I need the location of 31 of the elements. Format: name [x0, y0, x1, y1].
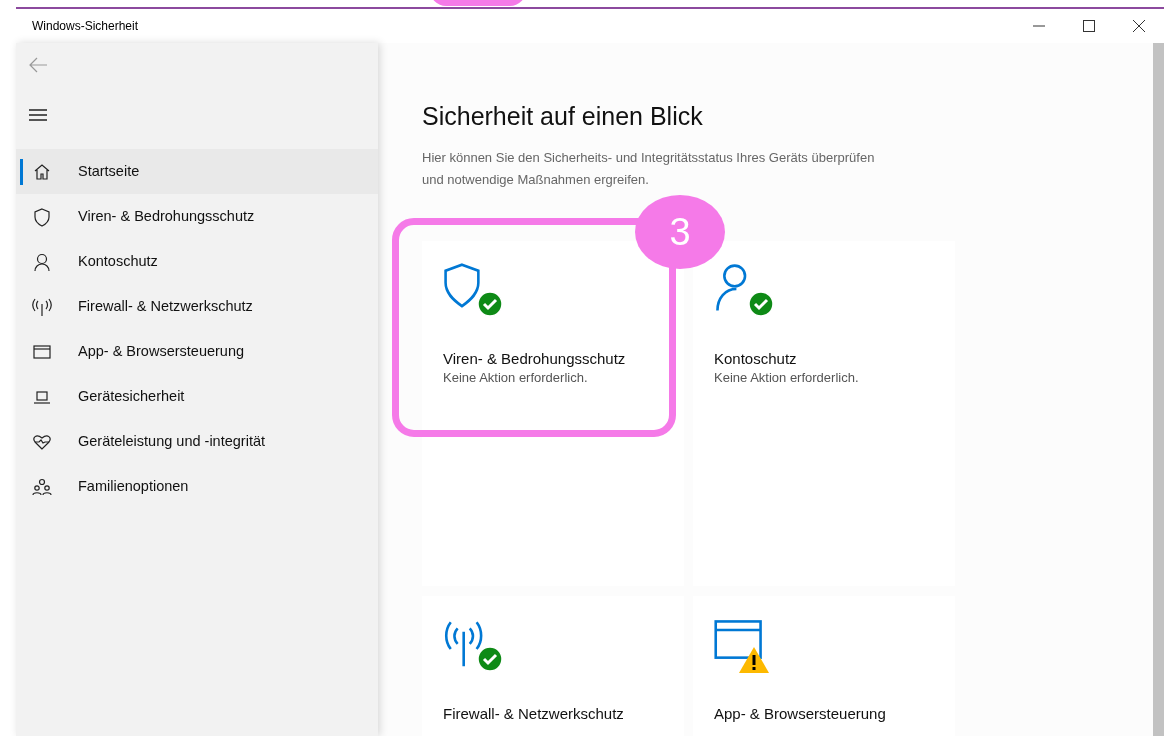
- tile-title: Viren- & Bedrohungsschutz: [443, 349, 626, 369]
- sidebar-item[interactable]: Kontoschutz: [16, 239, 378, 284]
- close-icon: [1133, 20, 1145, 32]
- status-check-icon: [748, 291, 774, 317]
- tile-title: App- & Browsersteuerung: [714, 704, 886, 724]
- page-title: Sicherheit auf einen Blick: [422, 101, 704, 131]
- tile-title: Firewall- & Netzwerkschutz: [443, 704, 624, 724]
- tile-status-text: Keine Aktion erforderlich.: [714, 369, 859, 387]
- status-check-icon: [477, 646, 503, 672]
- back-arrow-icon: [28, 57, 48, 73]
- menu-icon: [29, 109, 47, 121]
- sidebar-item[interactable]: Startseite: [16, 149, 378, 194]
- shield-icon: [32, 206, 52, 227]
- warning-icon: [738, 646, 770, 674]
- antenna-icon: [32, 296, 52, 317]
- status-check-icon: [477, 291, 503, 317]
- sidebar-item[interactable]: Familienoptionen: [16, 464, 378, 509]
- sidebar-item[interactable]: App- & Browsersteuerung: [16, 329, 378, 374]
- window-title: Windows-Sicherheit: [31, 18, 140, 35]
- sidebar-item[interactable]: Geräteleistung und -integrität: [16, 419, 378, 464]
- tile-status-text: Keine Aktion erforderlich.: [443, 369, 588, 387]
- step-number-badge: 3: [635, 195, 725, 269]
- maximize-icon: [1083, 20, 1095, 32]
- scrollbar[interactable]: [1153, 43, 1164, 736]
- family-icon: [32, 476, 52, 497]
- person-icon: [32, 251, 52, 272]
- sidebar-item[interactable]: Firewall- & Netzwerkschutz: [16, 284, 378, 329]
- sidebar-item[interactable]: Gerätesicherheit: [16, 374, 378, 419]
- tile-title: Kontoschutz: [714, 349, 797, 369]
- sidebar-item[interactable]: Viren- & Bedrohungsschutz: [16, 194, 378, 239]
- page-description: Hier können Sie den Sicherheits- und Integritätsstatus Ihres Geräts überprüfen und notwendige Maßnahmen ergreifen.: [422, 149, 876, 189]
